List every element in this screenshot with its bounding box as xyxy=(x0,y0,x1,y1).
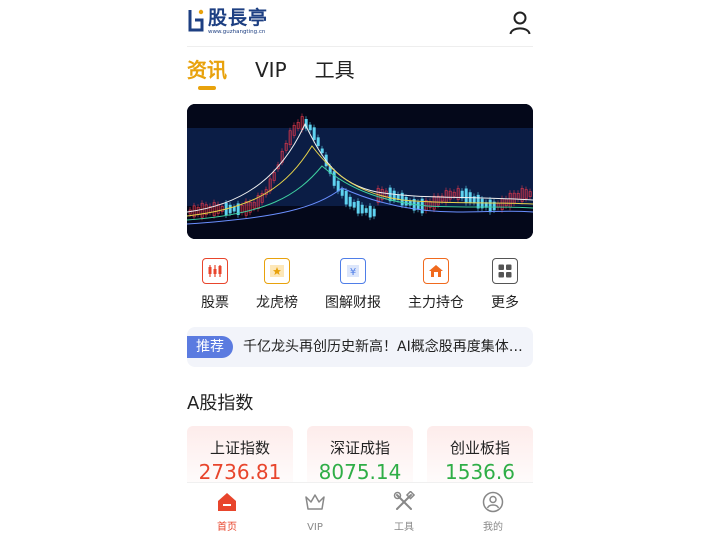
index-value: 1536.6 xyxy=(445,460,515,484)
banner-candle-body xyxy=(336,180,340,192)
index-card-shenzhen[interactable]: 深证成指 8075.14 xyxy=(307,426,413,484)
banner-candle-body xyxy=(344,190,348,205)
svg-text:¥: ¥ xyxy=(350,267,356,278)
banner-candle-body xyxy=(368,205,372,218)
user-icon[interactable] xyxy=(509,11,531,35)
crown-icon xyxy=(305,494,325,510)
index-name: 深证成指 xyxy=(329,439,390,457)
content-column: 股長亭 www.guzhangting.cn 资讯 VIP 工具 股票 龙虎榜 … xyxy=(187,0,533,540)
index-card-shanghai[interactable]: 上证指数 2736.81 xyxy=(187,426,293,484)
banner-candle-body xyxy=(476,194,480,209)
index-value: 2736.81 xyxy=(198,460,282,484)
banner-candle-body xyxy=(464,188,468,204)
banner-candle-body xyxy=(352,202,356,208)
logo-text: 股長亭 www.guzhangting.cn xyxy=(208,8,268,36)
bottom-tab-tools[interactable]: 工具 xyxy=(369,483,439,540)
banner-candle-body xyxy=(488,199,492,213)
banner-stock-chart-image xyxy=(187,104,533,239)
banner-candle-body xyxy=(228,204,232,214)
app-page: 股長亭 www.guzhangting.cn 资讯 VIP 工具 股票 龙虎榜 … xyxy=(0,0,720,540)
top-header: 股長亭 www.guzhangting.cn xyxy=(187,0,533,47)
banner-candle-body xyxy=(360,204,364,214)
logo-url: www.guzhangting.cn xyxy=(208,29,266,35)
index-name: 创业板指 xyxy=(449,439,510,457)
logo-mark-icon xyxy=(188,9,204,32)
tab-news[interactable]: 资讯 xyxy=(187,56,227,90)
quicknav-label: 更多 xyxy=(491,295,519,311)
banner-candle-body xyxy=(312,127,316,140)
house-icon xyxy=(423,258,449,284)
tab-tools-label: 工具 xyxy=(314,58,355,82)
index-card-chinext[interactable]: 创业板指 1536.6 xyxy=(427,426,533,484)
banner-candle-body xyxy=(340,189,344,196)
main-tabs: 资讯 VIP 工具 xyxy=(187,56,383,90)
grid-icon xyxy=(492,258,518,284)
recommend-headline: 千亿龙头再创历史新高！AI概念股再度集体爆发 xyxy=(243,339,527,355)
bottom-tab-label: 首页 xyxy=(217,522,237,533)
bottom-tab-label: VIP xyxy=(307,522,323,533)
banner-candle-body xyxy=(232,206,236,212)
banner-candle-body xyxy=(348,196,352,207)
banner-candle-body xyxy=(416,201,420,210)
recommend-badge: 推荐 xyxy=(187,336,233,358)
quicknav-item-main-holdings[interactable]: 主力持仓 xyxy=(401,258,471,312)
quick-nav: 股票 龙虎榜 ¥ 图解财报 主力持仓 更多 xyxy=(187,258,533,318)
quicknav-item-stocks[interactable]: 股票 xyxy=(180,258,250,312)
quicknav-label: 主力持仓 xyxy=(408,295,464,311)
tab-news-label: 资讯 xyxy=(187,58,227,82)
logo-name: 股長亭 xyxy=(208,7,269,29)
banner-candle-body xyxy=(404,196,408,206)
quicknav-item-dragon-tiger[interactable]: 龙虎榜 xyxy=(242,258,312,312)
banner-candle-body xyxy=(356,200,360,214)
candlestick-icon xyxy=(202,258,228,284)
banner-candle-body xyxy=(316,137,320,146)
banner-candle-body xyxy=(332,171,336,186)
bottom-tab-bar: 首页 VIP 工具 我的 xyxy=(187,482,533,540)
bottom-tab-label: 我的 xyxy=(483,522,503,533)
index-name: 上证指数 xyxy=(209,439,270,457)
bottom-tab-label: 工具 xyxy=(394,522,414,533)
star-badge-icon xyxy=(264,258,290,284)
quicknav-label: 龙虎榜 xyxy=(256,295,298,311)
quicknav-label: 股票 xyxy=(201,295,229,311)
banner-candle-body xyxy=(320,148,324,154)
home-icon xyxy=(218,493,236,511)
banner-candle-body xyxy=(408,200,412,206)
banner-carousel[interactable] xyxy=(187,104,533,239)
bottom-tab-mine[interactable]: 我的 xyxy=(458,483,528,540)
banner-candle-body xyxy=(372,208,376,217)
tab-tools[interactable]: 工具 xyxy=(315,56,355,90)
recommend-news-bar[interactable]: 推荐 千亿龙头再创历史新高！AI概念股再度集体爆发 xyxy=(187,327,533,367)
section-title-a-share-index: A股指数 xyxy=(187,393,254,414)
index-cards: 上证指数 2736.81 深证成指 8075.14 创业板指 1536.6 xyxy=(187,426,533,484)
tab-vip[interactable]: VIP xyxy=(255,56,287,90)
app-logo[interactable]: 股長亭 www.guzhangting.cn xyxy=(187,8,268,38)
bottom-tab-vip[interactable]: VIP xyxy=(280,483,350,540)
tab-vip-label: VIP xyxy=(255,58,287,82)
quicknav-label: 图解财报 xyxy=(325,295,381,311)
tools-icon xyxy=(393,490,416,510)
bottom-tab-home[interactable]: 首页 xyxy=(192,483,262,540)
tab-active-indicator xyxy=(198,86,216,90)
quicknav-item-more[interactable]: 更多 xyxy=(470,258,540,312)
report-yen-icon: ¥ xyxy=(340,258,366,284)
profile-icon xyxy=(482,491,504,513)
index-value: 8075.14 xyxy=(318,460,402,484)
banner-candle-body xyxy=(308,124,312,131)
quicknav-item-financial-report[interactable]: ¥ 图解财报 xyxy=(318,258,388,312)
banner-candle-body xyxy=(364,208,368,213)
